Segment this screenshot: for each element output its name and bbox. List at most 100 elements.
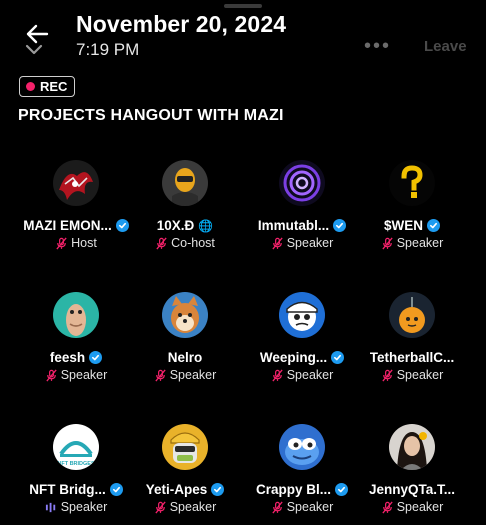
participant-role-row: Speaker (154, 368, 217, 382)
avatar (162, 424, 208, 470)
globe-icon: 🌐 (198, 218, 214, 233)
participant-card[interactable]: Immutabl... Speaker (248, 160, 356, 250)
participant-role-row: Speaker (45, 500, 108, 514)
participant-card[interactable]: MAZI EMON... Host (22, 160, 130, 250)
participant-card[interactable]: Nelro Speaker (131, 292, 239, 382)
muted-mic-icon (55, 237, 68, 250)
participant-card[interactable]: Yeti-Apes Speaker (131, 424, 239, 514)
participant-name-row: Nelro (168, 350, 203, 365)
participant-role-row: Speaker (154, 500, 217, 514)
participant-role: Speaker (169, 500, 217, 514)
participant-role: Host (71, 236, 97, 250)
verified-badge-icon (109, 483, 123, 496)
space-title: PROJECTS HANGOUT WITH MAZI (18, 107, 284, 124)
participant-name-row: TetherballC... (370, 350, 455, 365)
muted-mic-icon (154, 369, 167, 382)
participant-role: Speaker (169, 368, 217, 382)
space-time: 7:19 PM (76, 40, 140, 59)
muted-mic-icon (271, 369, 284, 382)
space-date: November 20, 2024 (76, 11, 287, 37)
avatar (162, 160, 208, 206)
participant-name: Crappy Bl... (255, 482, 331, 497)
participant-name: MAZI EMON... (23, 218, 112, 233)
participant-name: feesh (49, 350, 86, 365)
svg-text:NFT BRIDGES: NFT BRIDGES (57, 461, 95, 467)
avatar (279, 292, 325, 338)
participant-card[interactable]: Crappy Bl... Speaker (248, 424, 356, 514)
recording-badge: REC (19, 76, 76, 97)
participant-role-row: Speaker (381, 236, 444, 250)
participant-card[interactable]: JennyQTa.T... Speaker (358, 424, 466, 514)
avatar (389, 424, 435, 470)
muted-mic-icon (271, 501, 284, 514)
participant-name: 10X.Đ (156, 218, 195, 233)
participant-name: Nelro (167, 350, 203, 365)
recording-dot-icon (26, 82, 35, 91)
participant-role: Co-host (171, 236, 215, 250)
speaking-bars-icon (45, 501, 58, 514)
participant-role-row: Speaker (45, 368, 108, 382)
avatar (53, 292, 99, 338)
participant-role: Speaker (60, 500, 108, 514)
participant-name: Weeping... (259, 350, 328, 365)
participant-name: JennyQTa.T... (368, 482, 456, 497)
verified-badge-icon (333, 219, 347, 232)
participant-role: Speaker (396, 500, 444, 514)
participant-role-row: Host (55, 236, 97, 250)
avatar (53, 160, 99, 206)
participant-role: Speaker (286, 236, 334, 250)
muted-mic-icon (381, 237, 394, 250)
participant-name-row: Yeti-Apes (146, 482, 225, 497)
participant-name-row: $WEN (384, 218, 440, 233)
verified-badge-icon (115, 219, 129, 232)
participant-card[interactable]: NFT BRIDGES NFT Bridg... Speaker (22, 424, 130, 514)
avatar (389, 292, 435, 338)
participant-name-row: NFT Bridg... (29, 482, 123, 497)
back-arrow-icon (22, 20, 52, 58)
muted-mic-icon (381, 369, 394, 382)
participant-role-row: Speaker (381, 500, 444, 514)
participant-role: Speaker (396, 236, 444, 250)
verified-badge-icon (331, 351, 345, 364)
more-options-icon[interactable]: ••• (364, 36, 391, 56)
participant-role-row: Speaker (271, 500, 333, 514)
avatar (279, 160, 325, 206)
participant-role: Speaker (60, 368, 108, 382)
participant-role-row: Speaker (271, 236, 334, 250)
muted-mic-icon (155, 237, 168, 250)
avatar: NFT BRIDGES (53, 424, 99, 470)
muted-mic-icon (45, 369, 58, 382)
avatar (162, 292, 208, 338)
participant-card[interactable]: feesh Speaker (22, 292, 130, 382)
participant-role: Speaker (286, 368, 334, 382)
muted-mic-icon (154, 501, 167, 514)
participant-role-row: Speaker (381, 368, 444, 382)
back-button[interactable] (22, 20, 52, 58)
participant-name-row: MAZI EMON... (23, 218, 129, 233)
participant-card[interactable]: $WEN Speaker (358, 160, 466, 250)
space-header: November 20, 2024 7:19 PM ••• Leave (0, 0, 486, 70)
muted-mic-icon (271, 237, 284, 250)
participant-role-row: Co-host (155, 236, 215, 250)
participant-name: Yeti-Apes (145, 482, 208, 497)
participant-card[interactable]: TetherballC... Speaker (358, 292, 466, 382)
recording-label: REC (40, 79, 68, 94)
verified-badge-icon (335, 483, 348, 496)
participant-name: $WEN (383, 218, 423, 233)
leave-button[interactable]: Leave (424, 38, 467, 55)
muted-mic-icon (381, 501, 394, 514)
participant-name-row: JennyQTa.T... (369, 482, 455, 497)
participant-card[interactable]: 10X.Đ 🌐 Co-host (131, 160, 239, 250)
participant-name: Immutabl... (257, 218, 330, 233)
participant-name: NFT Bridg... (29, 482, 106, 497)
verified-badge-icon (211, 483, 225, 496)
avatar (389, 160, 435, 206)
participant-name-row: feesh (49, 350, 103, 365)
participant-name-row: Weeping... (259, 350, 345, 365)
participant-name-row: Crappy Bl... (256, 482, 348, 497)
participant-role: Speaker (396, 368, 444, 382)
verified-badge-icon (89, 351, 103, 364)
participant-name: TetherballC... (369, 350, 455, 365)
participant-name-row: 10X.Đ 🌐 (157, 218, 213, 233)
participant-card[interactable]: Weeping... Speaker (248, 292, 356, 382)
